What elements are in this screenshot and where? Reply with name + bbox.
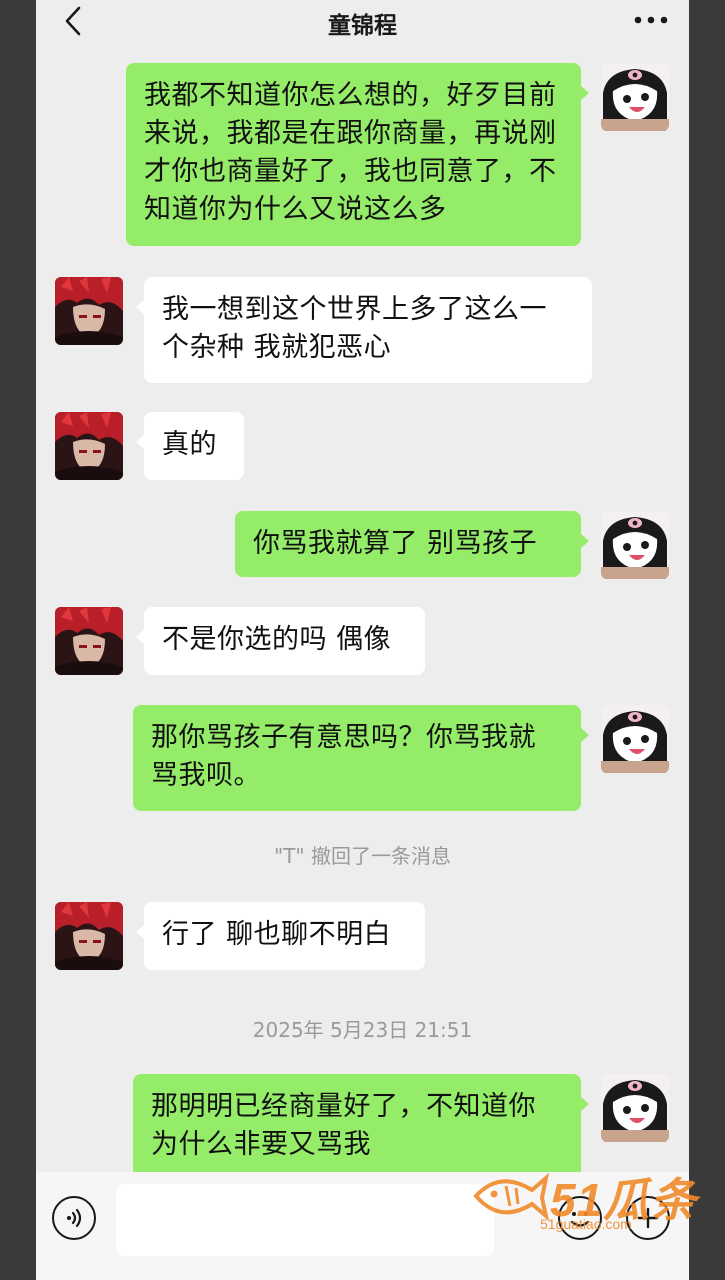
avatar-contact[interactable]: [55, 412, 123, 480]
more-button[interactable]: [629, 6, 673, 34]
message-bubble-contact[interactable]: 不是你选的吗 偶像: [136, 607, 425, 675]
chat-title: 童锦程: [328, 13, 397, 39]
avatar-self[interactable]: [601, 63, 669, 131]
avatar-contact[interactable]: [55, 277, 123, 345]
watermark-logo: 51瓜条 51guatiao.com: [470, 1160, 710, 1240]
voice-button[interactable]: [52, 1196, 96, 1240]
watermark-url: 51guatiao.com: [540, 1216, 632, 1232]
chat-screen: 童锦程 我都不知道你怎么想的，好歹目前来说，我都是在跟你商量，再说刚才你也商量好…: [36, 0, 689, 1280]
avatar-self[interactable]: [601, 511, 669, 579]
message-bubble-contact[interactable]: 真的: [136, 412, 244, 480]
message-bubble-self[interactable]: 那你骂孩子有意思吗？你骂我就骂我呗。: [133, 705, 589, 811]
avatar-contact[interactable]: [55, 902, 123, 970]
avatar-contact[interactable]: [55, 607, 123, 675]
timestamp: 2025年 5月23日 21:51: [252, 1018, 473, 1042]
avatar-self[interactable]: [601, 705, 669, 773]
voice-icon: [67, 1208, 82, 1228]
more-dots-icon: [634, 16, 668, 24]
recall-notice: "T" 撤回了一条消息: [274, 844, 451, 868]
message-bubble-contact[interactable]: 行了 聊也聊不明白: [136, 902, 425, 970]
message-bubble-self[interactable]: 我都不知道你怎么想的，好歹目前来说，我都是在跟你商量，再说刚才你也商量好了，我也…: [126, 63, 589, 246]
message-bubble-self[interactable]: 你骂我就算了 别骂孩子: [235, 511, 589, 577]
message-bubble-contact[interactable]: 我一想到这个世界上多了这么一个杂种 我就犯恶心: [136, 277, 592, 383]
avatar-self[interactable]: [601, 1074, 669, 1142]
fish-logo-icon: [473, 1172, 550, 1222]
chat-header: 童锦程: [36, 0, 689, 44]
message-input[interactable]: [116, 1184, 494, 1256]
